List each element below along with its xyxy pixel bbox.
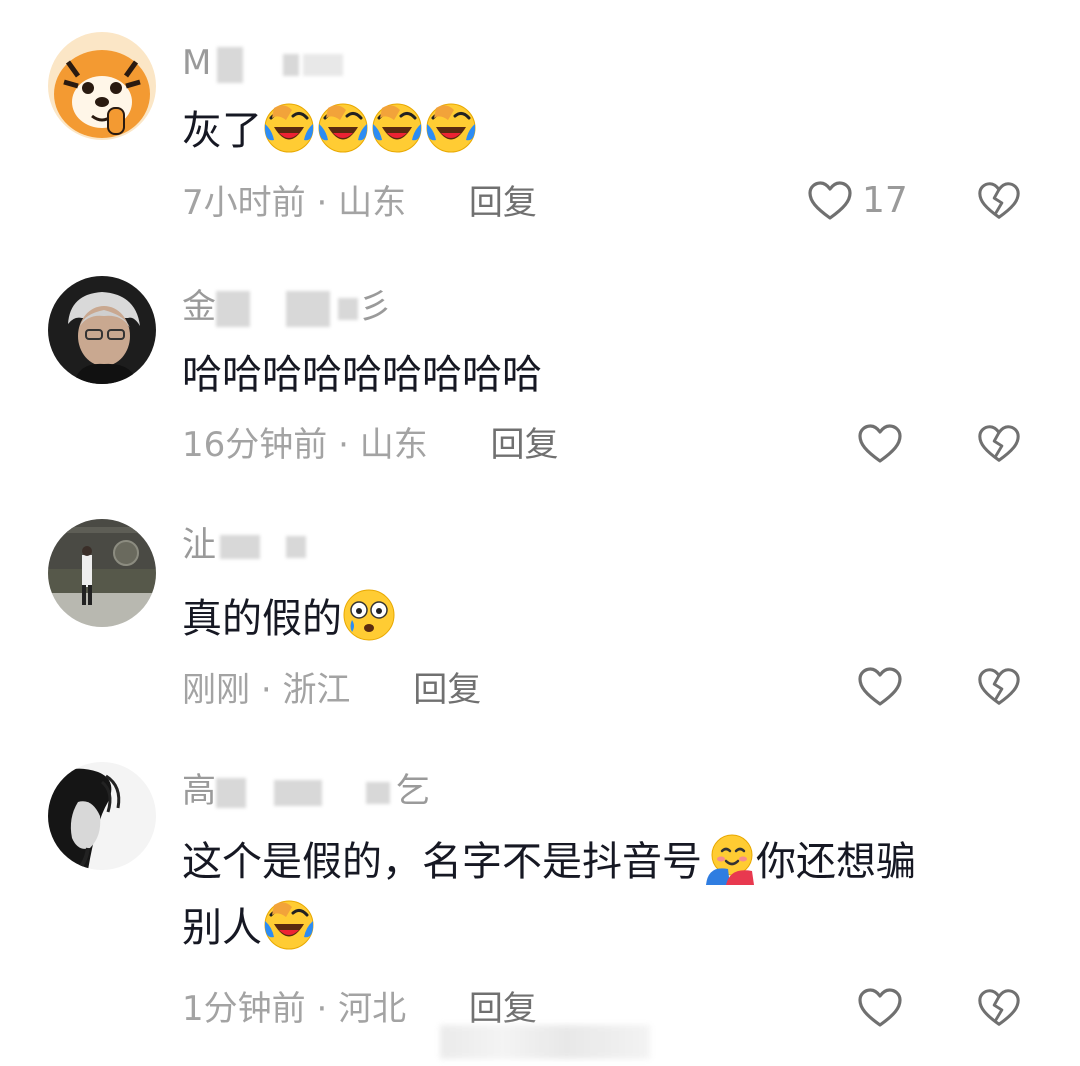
laugh-cry-emoji	[370, 100, 424, 154]
watermark	[440, 1025, 650, 1059]
comment-location: 浙江	[282, 670, 351, 710]
comment-meta: 刚刚 · 浙江 回复	[182, 665, 481, 715]
reply-button[interactable]: 回复	[469, 178, 537, 228]
reply-button[interactable]: 回复	[413, 665, 481, 715]
tiger-avatar[interactable]	[48, 32, 156, 140]
laugh-cry-emoji	[316, 100, 370, 154]
heart-outline-icon	[856, 420, 904, 468]
laugh-cry-emoji	[424, 100, 478, 154]
separator: ·	[316, 183, 328, 223]
gray-hair-man-avatar[interactable]	[48, 276, 156, 384]
comment-time: 1分钟前	[182, 989, 306, 1029]
surprised-tear-emoji	[343, 589, 395, 641]
comment-username[interactable]: M	[182, 38, 344, 88]
like-count: 17	[862, 180, 908, 221]
like-button[interactable]: 17	[806, 176, 908, 226]
heart-outline-icon	[856, 663, 904, 711]
comment-time: 刚刚	[182, 670, 250, 710]
broken-heart-icon[interactable]	[976, 985, 1022, 1031]
broken-heart-icon[interactable]	[976, 664, 1022, 710]
comment-text: 这个是假的，名字不是抖音号 你还想骗 别人	[182, 829, 1022, 961]
comment-text: 真的假的	[182, 586, 1022, 652]
comment-text: 哈哈哈哈哈哈哈哈哈	[182, 352, 542, 398]
comment-username[interactable]: 高乞	[182, 766, 430, 816]
reply-button[interactable]: 回复	[491, 420, 559, 470]
comment-location: 河北	[338, 989, 407, 1029]
like-button[interactable]	[856, 419, 904, 469]
broken-heart-icon[interactable]	[976, 421, 1022, 467]
comment-text: 灰了	[182, 98, 1022, 164]
bw-portrait-avatar[interactable]	[48, 762, 156, 870]
laugh-cry-emoji	[262, 100, 316, 154]
heart-outline-icon	[806, 177, 854, 225]
comment-time: 7小时前	[182, 183, 306, 223]
separator: ·	[338, 425, 349, 465]
heart-outline-icon	[856, 984, 904, 1032]
comment-username[interactable]: 沚	[182, 520, 306, 570]
like-button[interactable]	[856, 983, 904, 1033]
comment-meta: 16分钟前 · 山东 回复	[182, 420, 559, 470]
separator: ·	[260, 670, 272, 710]
comment-username[interactable]: 金彡	[182, 282, 392, 332]
hug-face-emoji	[706, 834, 754, 885]
like-button[interactable]	[856, 662, 904, 712]
comment-location: 山东	[359, 425, 428, 465]
broken-heart-icon[interactable]	[976, 178, 1022, 224]
comment-meta: 7小时前 · 山东 回复	[182, 178, 537, 228]
street-person-avatar[interactable]	[48, 519, 156, 627]
laugh-cry-emoji	[262, 897, 316, 951]
separator: ·	[316, 989, 328, 1029]
comment-location: 山东	[338, 183, 407, 223]
comment-time: 16分钟前	[182, 425, 328, 465]
